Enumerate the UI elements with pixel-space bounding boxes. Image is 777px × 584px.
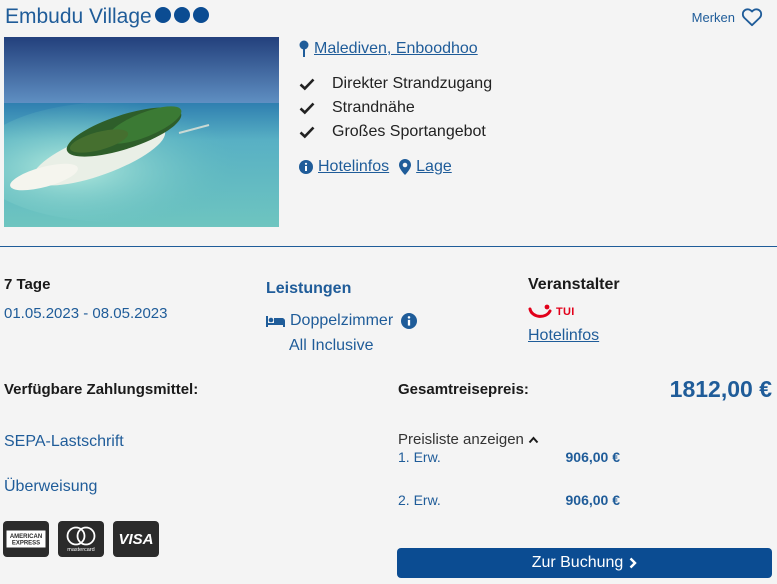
map-pin-icon	[299, 40, 309, 57]
merken-button[interactable]: Merken	[692, 7, 763, 27]
amex-card-icon: AMERICAN EXPRESS	[3, 521, 49, 557]
island-photo-icon	[4, 37, 279, 227]
info-circle-icon	[299, 160, 313, 174]
chevron-right-icon	[629, 557, 637, 569]
heart-icon	[741, 8, 763, 27]
feature-item: Strandnähe	[299, 96, 492, 120]
lage-link[interactable]: Lage	[416, 158, 452, 176]
rating-dot-icon	[174, 7, 190, 23]
room-type-label: Doppelzimmer	[290, 312, 394, 329]
price-row: 1. Erw. 906,00 €	[398, 449, 620, 465]
visa-card-icon: VISA	[113, 521, 159, 557]
feature-label: Großes Sportangebot	[332, 123, 486, 140]
hotelinfos-link-group[interactable]: Hotelinfos	[299, 158, 389, 176]
rating-dot-icon	[155, 7, 171, 23]
tui-smile-icon	[528, 304, 552, 318]
mastercard-card-icon: mastercard	[58, 521, 104, 557]
board-type: All Inclusive	[289, 337, 374, 354]
hotel-info-links: Hotelinfos Lage	[299, 158, 462, 176]
room-type: Doppelzimmer	[266, 312, 418, 330]
mastercard-text: mastercard	[67, 547, 95, 553]
payment-method-sepa: SEPA-Lastschrift	[4, 433, 124, 450]
payment-methods-title: Verfügbare Zahlungsmittel:	[4, 381, 199, 398]
chevron-up-icon	[528, 435, 539, 443]
merken-label: Merken	[691, 9, 735, 25]
rating-dot-icon	[193, 7, 209, 23]
book-now-label: Zur Buchung	[531, 554, 624, 571]
services-title: Leistungen	[266, 280, 352, 297]
price-list-toggle[interactable]: Preisliste anzeigen	[398, 431, 539, 448]
amex-text-2: EXPRESS	[12, 541, 40, 547]
hotelinfos-link[interactable]: Hotelinfos	[318, 158, 389, 176]
book-now-button[interactable]: Zur Buchung	[397, 548, 772, 578]
operator-title: Veranstalter	[528, 276, 620, 293]
mastercard-logo: mastercard	[66, 526, 96, 553]
feature-label: Strandnähe	[332, 99, 415, 116]
lage-link-group[interactable]: Lage	[399, 158, 452, 176]
hotel-name[interactable]: Embudu Village	[5, 5, 152, 29]
hotel-photo[interactable]	[4, 37, 279, 227]
price-row-amount: 906,00 €	[565, 449, 621, 465]
location-link[interactable]: Malediven, Enboodhoo	[314, 40, 478, 58]
feature-label: Direkter Strandzugang	[332, 75, 493, 92]
feature-item: Großes Sportangebot	[299, 120, 492, 144]
tui-logo-text: TUI	[556, 306, 575, 318]
price-list-toggle-label: Preisliste anzeigen	[398, 431, 524, 448]
price-row-label: 2. Erw.	[398, 492, 441, 508]
hotel-rating	[155, 7, 209, 23]
hotel-features-list: Direkter Strandzugang Strandnähe Großes …	[299, 72, 492, 144]
check-icon	[299, 102, 315, 115]
tui-logo: TUI	[528, 304, 575, 320]
section-gap	[0, 247, 777, 257]
trip-dates: 01.05.2023 - 08.05.2023	[4, 305, 168, 322]
payment-cards: AMERICAN EXPRESS mastercard VISA	[3, 521, 159, 557]
bed-icon	[266, 316, 285, 327]
visa-logo: VISA	[118, 531, 153, 548]
payment-method-transfer: Überweisung	[4, 478, 98, 495]
hotel-location[interactable]: Malediven, Enboodhoo	[299, 40, 478, 58]
total-price: 1812,00 €	[669, 376, 772, 402]
check-icon	[299, 126, 315, 139]
price-row: 2. Erw. 906,00 €	[398, 492, 620, 508]
visa-text: VISA	[118, 531, 153, 548]
amex-text-1: AMERICAN	[10, 534, 42, 540]
operator-hotelinfos-link[interactable]: Hotelinfos	[528, 327, 599, 345]
info-circle-icon[interactable]	[401, 313, 418, 329]
feature-item: Direkter Strandzugang	[299, 72, 492, 96]
amex-logo: AMERICAN EXPRESS	[6, 530, 46, 548]
check-icon	[299, 78, 315, 91]
trip-duration: 7 Tage	[4, 276, 51, 293]
map-marker-icon	[399, 159, 412, 175]
price-row-amount: 906,00 €	[565, 492, 621, 508]
total-price-label: Gesamtreisepreis:	[398, 381, 529, 398]
price-row-label: 1. Erw.	[398, 449, 441, 465]
